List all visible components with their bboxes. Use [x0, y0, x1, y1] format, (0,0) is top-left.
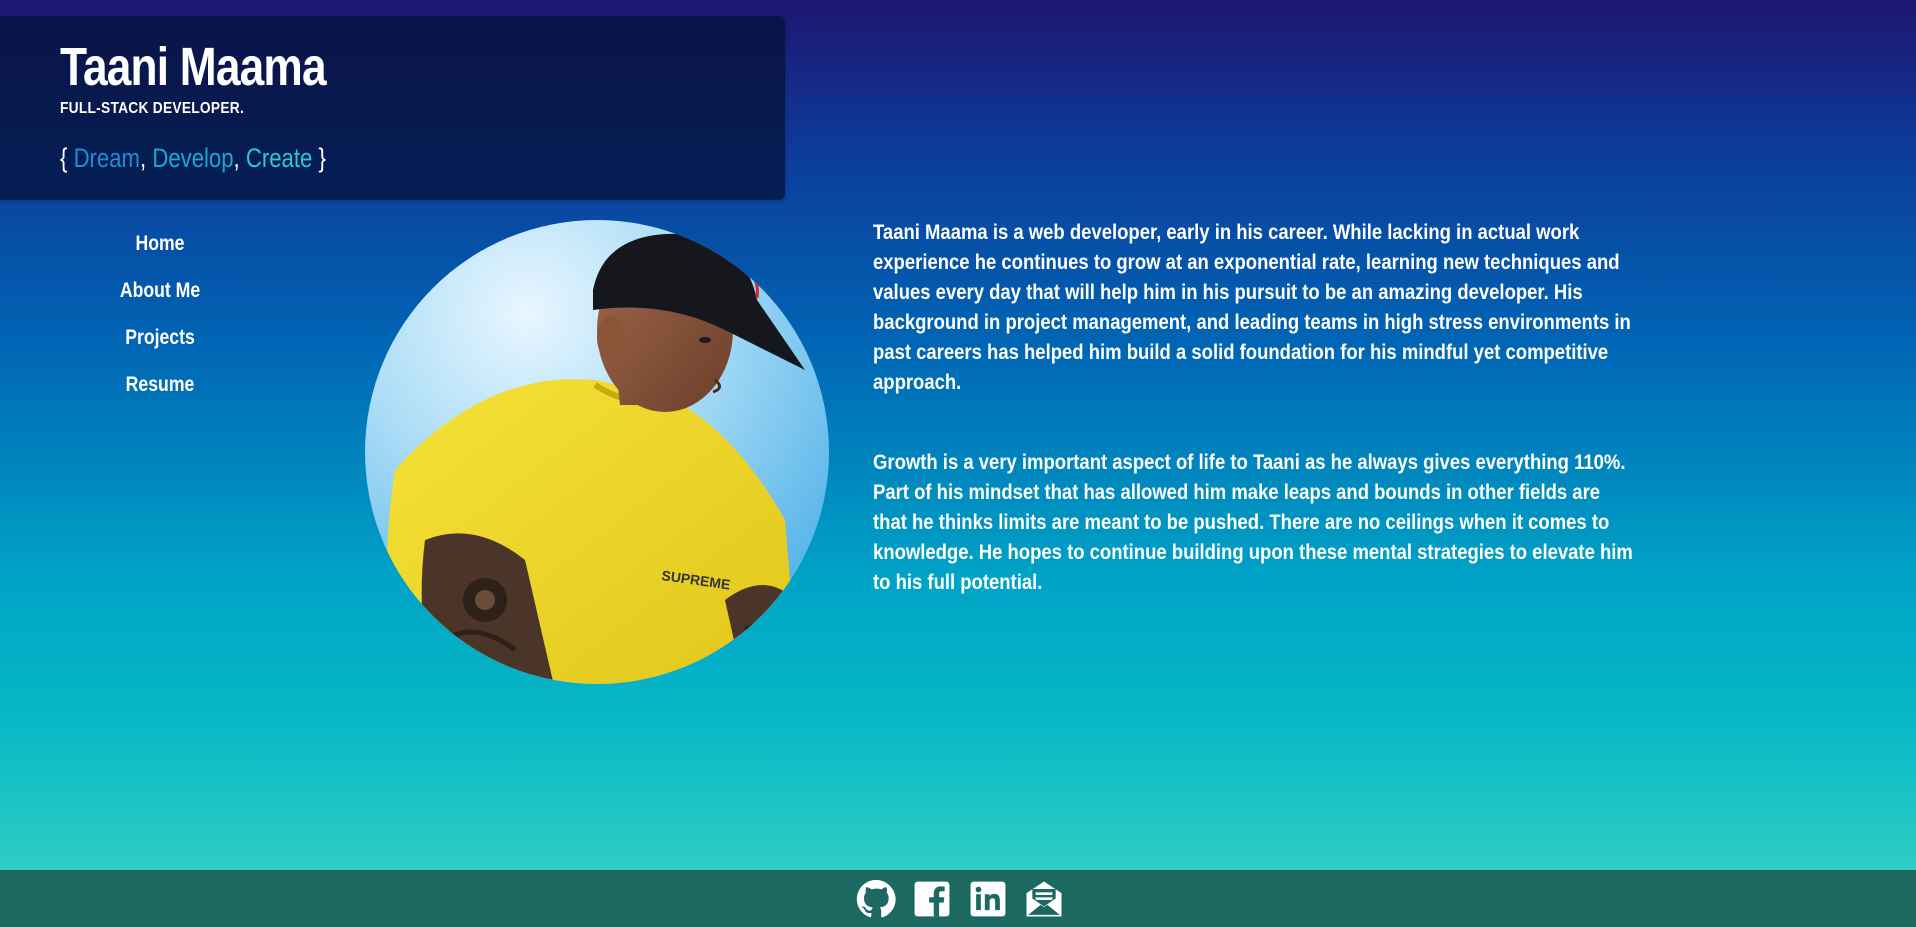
about-section: Taani Maama is a web developer, early in…: [873, 218, 1633, 648]
motto-word-dream: Dream: [73, 143, 141, 173]
nav-item-home[interactable]: Home: [76, 220, 244, 267]
profile-photo: SUPREME: [365, 220, 829, 684]
about-paragraph: Taani Maama is a web developer, early in…: [873, 221, 1631, 394]
email-link[interactable]: [1024, 879, 1064, 919]
motto-open-brace: {: [60, 143, 68, 173]
motto: { Dream, Develop, Create }: [60, 143, 326, 174]
facebook-icon: [914, 881, 950, 916]
linkedin-icon: [970, 881, 1006, 916]
motto-close-brace: }: [318, 143, 326, 173]
social-links: [856, 879, 1064, 919]
email-icon: [1026, 881, 1062, 916]
facebook-link[interactable]: [912, 879, 952, 919]
header-card: Taani Maama FULL-STACK DEVELOPER. { Drea…: [0, 16, 785, 200]
about-paragraph: Growth is a very important aspect of lif…: [873, 451, 1633, 594]
nav-item-about-me[interactable]: About Me: [76, 267, 244, 314]
motto-separator: ,: [233, 143, 240, 173]
footer: [0, 870, 1916, 927]
motto-separator: ,: [140, 143, 147, 173]
github-link[interactable]: [856, 879, 896, 919]
nav-item-projects[interactable]: Projects: [76, 314, 244, 361]
site-title: Taani Maama: [60, 37, 327, 97]
site-subtitle: FULL-STACK DEVELOPER.: [60, 100, 245, 117]
main-nav: Home About Me Projects Resume: [60, 220, 260, 408]
motto-word-create: Create: [245, 143, 313, 173]
linkedin-link[interactable]: [968, 879, 1008, 919]
motto-word-develop: Develop: [152, 143, 234, 173]
nav-item-resume[interactable]: Resume: [76, 361, 244, 408]
github-icon: [856, 879, 896, 917]
